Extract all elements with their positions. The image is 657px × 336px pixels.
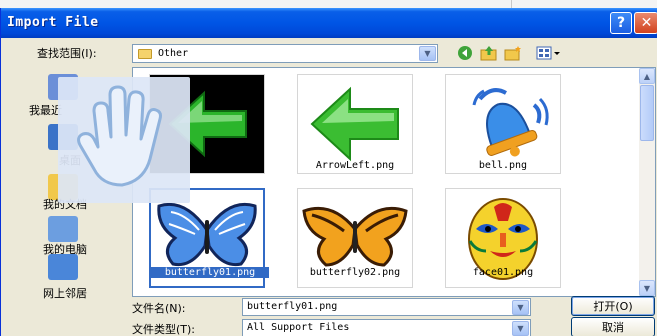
file-name[interactable]: ArrowLeft.png (290, 160, 420, 171)
dropdown-arrow-icon[interactable]: ▼ (512, 300, 529, 315)
open-button[interactable]: 打开(O) (571, 296, 655, 316)
background-strip (0, 0, 657, 8)
vertical-scrollbar[interactable]: ▲ ▼ (639, 68, 655, 296)
cancel-button[interactable]: 取消 (571, 317, 655, 336)
filename-label: 文件名(N): (132, 302, 186, 315)
dropdown-arrow-icon[interactable]: ▼ (512, 321, 529, 336)
back-icon[interactable] (456, 45, 474, 61)
import-file-dialog: Import File ? ✕ 查找范围(I): Other ▼ 我最近 桌面 … (0, 8, 657, 336)
title-bar[interactable]: Import File ? ✕ (1, 8, 657, 38)
filetype-label: 文件类型(T): (132, 323, 196, 336)
place-my-computer[interactable]: 我的电脑 (3, 216, 123, 256)
filename-input[interactable]: butterfly01.png ▼ (242, 298, 531, 316)
file-thumbnail-bell[interactable] (445, 74, 561, 174)
dropdown-arrow-icon[interactable]: ▼ (419, 46, 436, 61)
file-name[interactable]: face01.png (438, 267, 568, 278)
file-list[interactable]: wLeft2.gif ArrowLeft.png bell.png butter… (132, 67, 656, 297)
filename-value: butterfly01.png (247, 301, 338, 312)
look-in-dropdown[interactable]: Other ▼ (132, 44, 438, 63)
new-folder-icon[interactable] (504, 45, 522, 61)
file-name[interactable]: butterfly02.png (290, 267, 420, 278)
close-button[interactable]: ✕ (634, 12, 657, 34)
folder-icon (138, 49, 152, 59)
dialog-title: Import File (7, 15, 99, 30)
filetype-select[interactable]: All Support Files ▼ (242, 319, 531, 336)
hand-cursor-icon (77, 85, 162, 187)
place-network[interactable]: 网上邻居 (3, 254, 123, 300)
my-computer-icon (48, 216, 78, 242)
look-in-label: 查找范围(I): (37, 47, 97, 60)
up-folder-icon[interactable] (480, 45, 498, 61)
file-name[interactable]: butterfly01.png (151, 267, 269, 278)
file-thumbnail-arrowleft[interactable] (297, 74, 413, 174)
file-name[interactable]: bell.png (438, 160, 568, 171)
scrollbar-thumb[interactable] (640, 85, 654, 141)
scroll-down-icon[interactable]: ▼ (639, 280, 655, 296)
scroll-up-icon[interactable]: ▲ (639, 68, 655, 84)
view-menu-icon[interactable] (536, 45, 562, 61)
look-in-value: Other (158, 48, 189, 59)
network-places-icon (48, 254, 78, 280)
divider (511, 0, 512, 8)
filetype-value: All Support Files (247, 322, 350, 333)
help-button[interactable]: ? (610, 12, 632, 34)
hand-cursor-overlay (58, 77, 190, 203)
